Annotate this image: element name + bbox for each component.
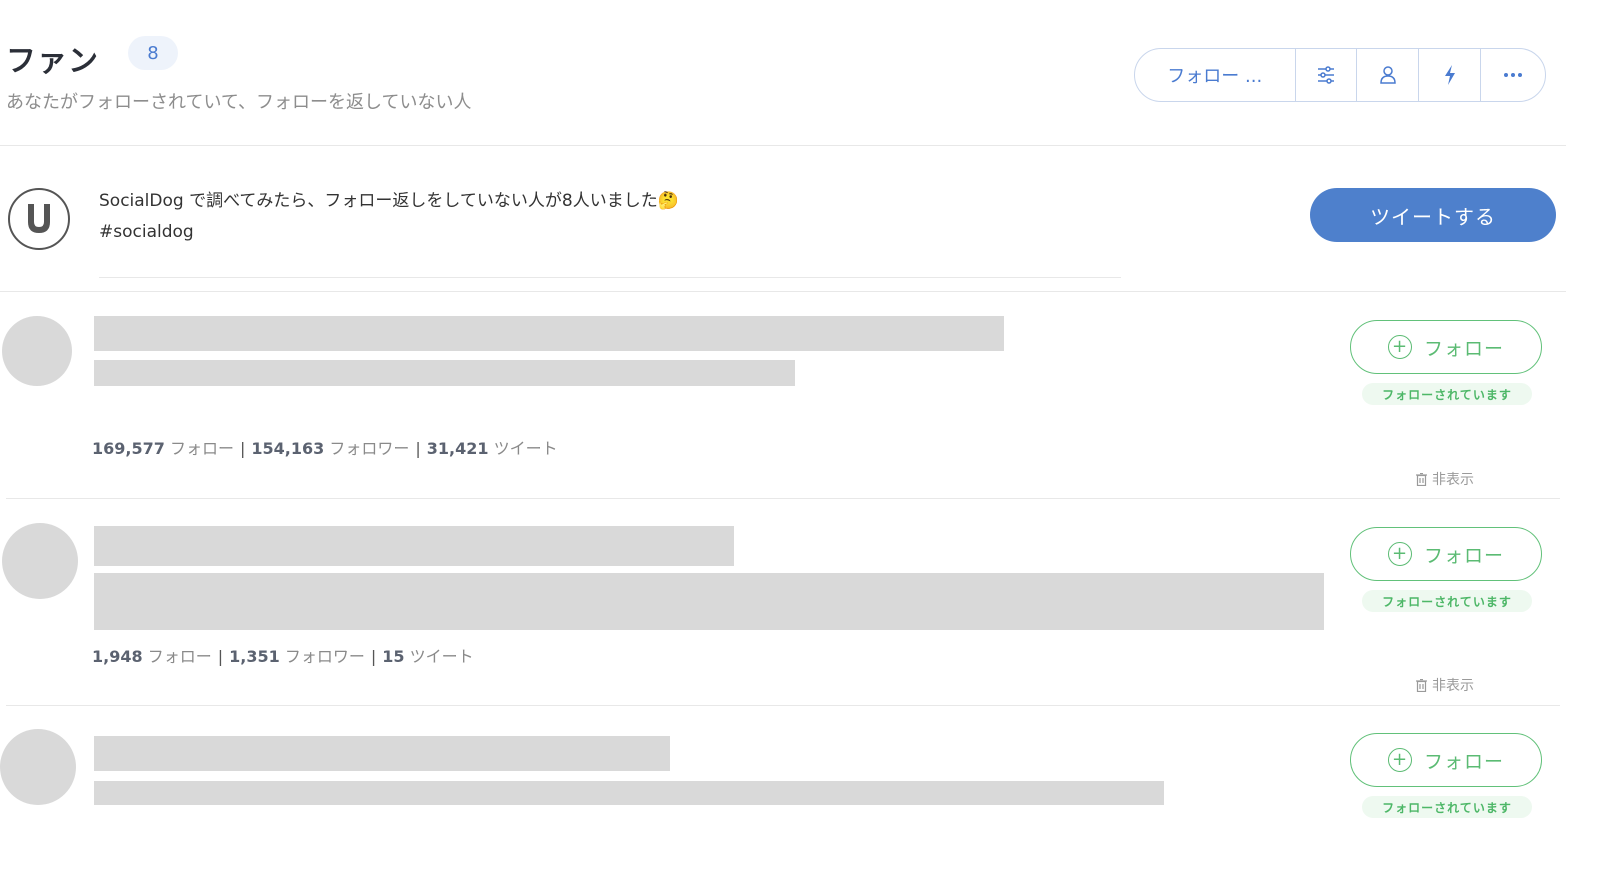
following-count: 169,577 [92, 439, 165, 458]
tweets-count: 31,421 [426, 439, 489, 458]
follow-button[interactable]: + フォロー [1350, 733, 1542, 787]
user-avatar[interactable] [2, 523, 78, 599]
user-filter-button[interactable] [1357, 49, 1420, 101]
header-divider [0, 145, 1566, 146]
follow-button[interactable]: + フォロー [1350, 320, 1542, 374]
followers-label: フォロワー [284, 647, 365, 666]
hide-label: 非表示 [1432, 472, 1474, 488]
row-divider [6, 498, 1560, 499]
bolt-button[interactable] [1419, 49, 1482, 101]
promo-divider [0, 291, 1566, 292]
following-label: フォロー [169, 439, 234, 458]
hide-button[interactable]: 非表示 [1416, 675, 1474, 695]
filter-button[interactable] [1296, 49, 1358, 101]
redacted-name [94, 736, 670, 771]
following-count: 1,948 [92, 647, 143, 666]
following-label: フォロー [147, 647, 212, 666]
tweets-label: ツイート [409, 647, 474, 666]
user-stats: 1,948 フォロー | 1,351 フォロワー | 15 ツイート [92, 647, 474, 666]
followed-badge: フォローされています [1362, 590, 1532, 612]
follow-label: フォロー [1423, 337, 1504, 360]
page-subtitle: あなたがフォローされていて、フォローを返していない人 [6, 92, 472, 113]
followers-count: 154,163 [251, 439, 325, 458]
redacted-name [94, 316, 1004, 351]
tweets-label: ツイート [493, 439, 558, 458]
redacted-bio [94, 781, 1164, 805]
followed-badge: フォローされています [1362, 796, 1532, 818]
user-avatar[interactable] [2, 316, 72, 386]
hide-label: 非表示 [1432, 678, 1474, 694]
user-icon [1380, 66, 1396, 84]
trash-icon [1416, 678, 1427, 692]
followers-label: フォロワー [329, 439, 410, 458]
filter-sliders-icon [1317, 66, 1334, 84]
hide-button[interactable]: 非表示 [1416, 469, 1474, 489]
plus-circle-icon: + [1387, 335, 1412, 359]
promo-text: SocialDog で調べてみたら、フォロー返しをしていない人が8人いました🤔 … [99, 186, 679, 248]
more-button[interactable] [1481, 49, 1545, 101]
more-dots-icon [1504, 73, 1523, 77]
row-divider [6, 705, 1560, 706]
plus-circle-icon: + [1387, 748, 1412, 772]
promo-hashtag: #socialdog [99, 222, 194, 242]
count-badge: 8 [128, 36, 178, 70]
bolt-icon [1444, 65, 1455, 85]
user-stats: 169,577 フォロー | 154,163 フォロワー | 31,421 ツイート [92, 439, 558, 458]
followers-count: 1,351 [229, 647, 280, 666]
promo-message: SocialDog で調べてみたら、フォロー返しをしていない人が8人いました🤔 [99, 191, 679, 211]
redacted-bio [94, 573, 1324, 630]
page-title: ファン [6, 44, 99, 79]
follow-label: フォロー [1423, 750, 1504, 773]
tweet-button[interactable]: ツイートする [1310, 188, 1556, 242]
follow-button[interactable]: + フォロー [1350, 527, 1542, 581]
u-logo-icon [28, 204, 50, 233]
followed-badge: フォローされています [1362, 383, 1532, 405]
plus-circle-icon: + [1387, 542, 1412, 566]
follow-label: フォロー [1423, 544, 1504, 567]
promo-underline [99, 277, 1121, 278]
redacted-name [94, 526, 734, 566]
user-avatar[interactable] [0, 729, 76, 805]
trash-icon [1416, 472, 1427, 486]
promo-avatar [8, 188, 70, 250]
redacted-bio [94, 360, 795, 386]
tweets-count: 15 [382, 647, 405, 666]
sort-dropdown-button[interactable]: フォロー ... [1135, 49, 1296, 101]
toolbar: フォロー ... [1134, 48, 1546, 102]
